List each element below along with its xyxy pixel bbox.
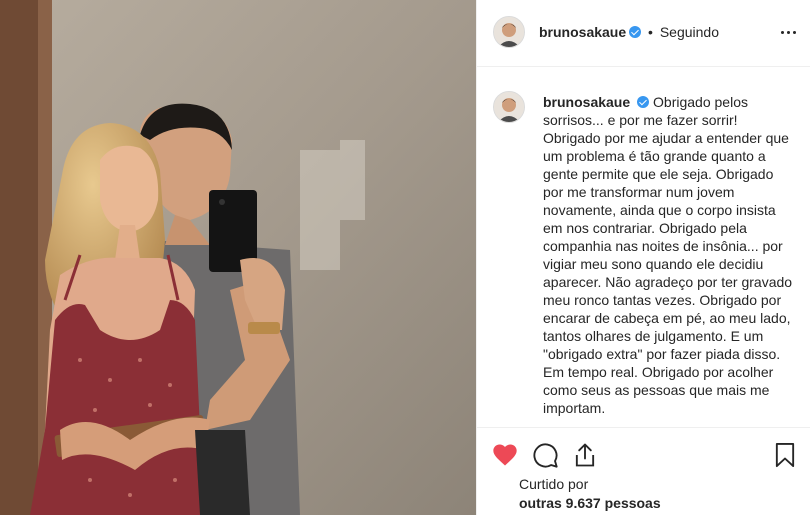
post-sidebar: brunosakaue • Seguindo brunosakaue Obrig… — [476, 0, 810, 516]
avatar[interactable] — [493, 16, 525, 48]
avatar[interactable] — [493, 91, 525, 123]
post-caption: brunosakaue Obrigado pelos sorrisos... e… — [543, 93, 793, 417]
caption-username[interactable]: brunosakaue — [543, 94, 630, 110]
separator-dot: • — [648, 24, 653, 40]
post-photo[interactable] — [0, 0, 476, 515]
bookmark-icon[interactable] — [771, 441, 799, 469]
share-icon[interactable] — [571, 441, 599, 469]
likes-count-link[interactable]: outras 9.637 pessoas — [519, 494, 661, 513]
header-line: brunosakaue • Seguindo — [539, 24, 719, 40]
comment-icon[interactable] — [531, 441, 559, 469]
comments-area[interactable]: brunosakaue Obrigado pelos sorrisos... e… — [477, 67, 810, 427]
verified-badge-icon — [637, 96, 650, 108]
following-button[interactable]: Seguindo — [660, 24, 719, 40]
verified-badge-icon — [629, 26, 642, 38]
liked-by-label: Curtido por — [519, 476, 589, 492]
likes-summary: Curtido por outras 9.637 pessoas — [519, 475, 661, 513]
caption-text: Obrigado pelos sorrisos... e por me faze… — [543, 94, 793, 416]
username-link[interactable]: brunosakaue — [539, 24, 626, 40]
more-options-icon[interactable] — [781, 31, 796, 34]
action-bar: Curtido por outras 9.637 pessoas — [477, 427, 810, 516]
post-header: brunosakaue • Seguindo — [477, 0, 810, 67]
heart-icon[interactable] — [491, 441, 519, 469]
